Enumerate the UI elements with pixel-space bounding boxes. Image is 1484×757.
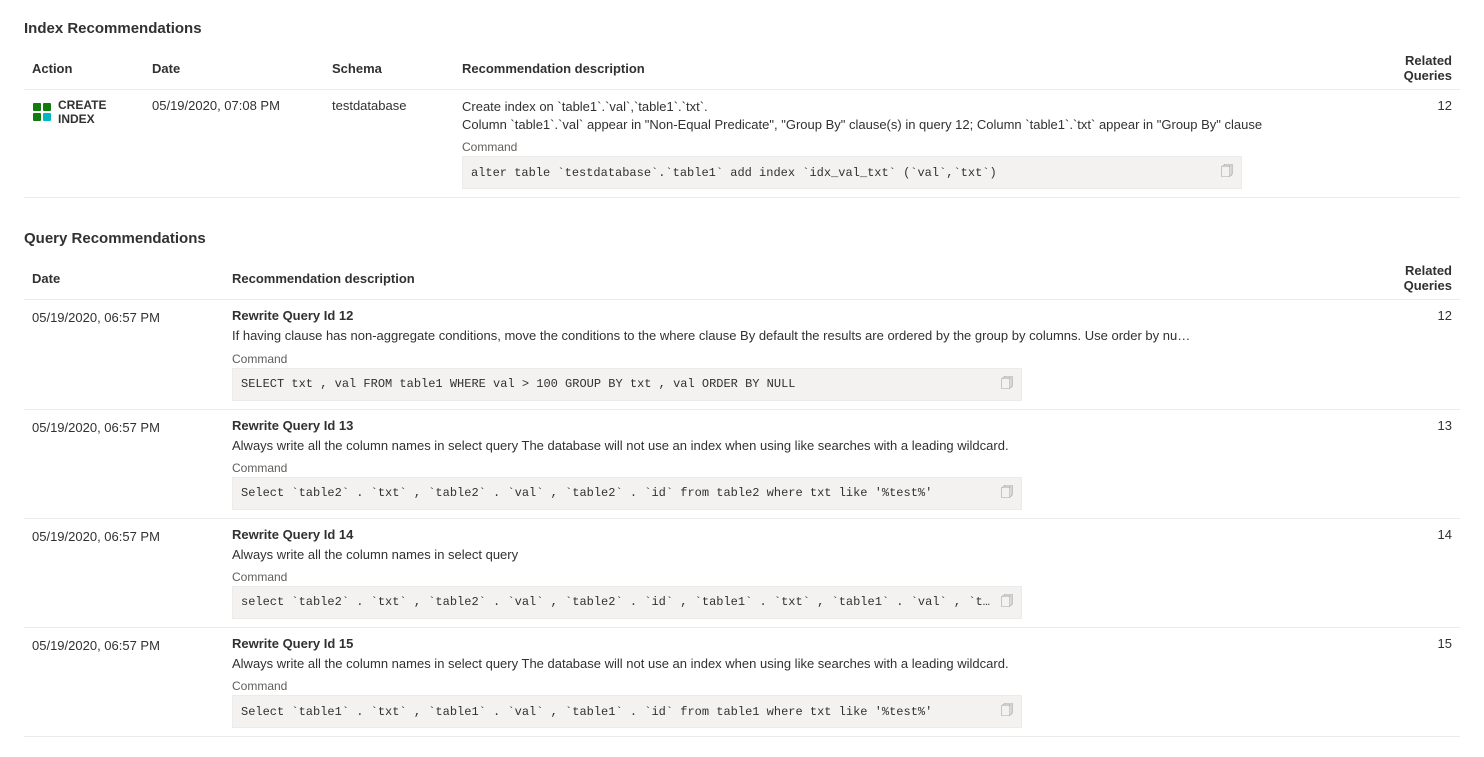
date-cell: 05/19/2020, 06:57 PM: [24, 300, 224, 409]
command-label: Command: [462, 140, 1342, 154]
command-label: Command: [232, 461, 1342, 475]
query-section-title: Query Recommendations: [24, 230, 1460, 247]
related-queries-cell: 12: [1350, 300, 1460, 409]
command-text: SELECT txt , val FROM table1 WHERE val >…: [241, 377, 993, 391]
table-row: CREATE INDEX 05/19/2020, 07:08 PMtestdat…: [24, 90, 1460, 198]
description-cell: Rewrite Query Id 13 Always write all the…: [224, 409, 1350, 518]
rec-desc: Always write all the column names in sel…: [232, 655, 1192, 673]
date-cell: 05/19/2020, 07:08 PM: [144, 90, 324, 198]
schema-cell: testdatabase: [324, 90, 454, 198]
date-cell: 05/19/2020, 06:57 PM: [24, 409, 224, 518]
rec-desc: Always write all the column names in sel…: [232, 437, 1192, 455]
rec-desc: Always write all the column names in sel…: [232, 546, 1192, 564]
index-recommendations-table: Action Date Schema Recommendation descri…: [24, 47, 1460, 198]
copy-icon[interactable]: 🗍: [1001, 374, 1013, 395]
related-queries-cell: 14: [1350, 518, 1460, 627]
date-cell: 05/19/2020, 06:57 PM: [24, 518, 224, 627]
copy-icon[interactable]: 🗍: [1001, 592, 1013, 613]
command-text: Select `table1` . `txt` , `table1` . `va…: [241, 705, 993, 719]
command-text: Select `table2` . `txt` , `table2` . `va…: [241, 486, 993, 500]
command-box: SELECT txt , val FROM table1 WHERE val >…: [232, 368, 1022, 401]
copy-icon[interactable]: 🗍: [1001, 483, 1013, 504]
col-header-related-q: Related Queries: [1350, 257, 1460, 300]
index-recommendations-section: Index Recommendations Action Date Schema…: [24, 20, 1460, 198]
col-header-desc: Recommendation description: [454, 47, 1350, 90]
copy-icon[interactable]: 🗍: [1221, 162, 1233, 183]
command-box: Select `table2` . `txt` , `table2` . `va…: [232, 477, 1022, 510]
table-row: 05/19/2020, 06:57 PM Rewrite Query Id 14…: [24, 518, 1460, 627]
col-header-date-q: Date: [24, 257, 224, 300]
command-box: Select `table1` . `txt` , `table1` . `va…: [232, 695, 1022, 728]
related-queries-cell: 12: [1350, 90, 1460, 198]
rec-desc: If having clause has non-aggregate condi…: [232, 327, 1192, 345]
command-label: Command: [232, 679, 1342, 693]
command-box: select `table2` . `txt` , `table2` . `va…: [232, 586, 1022, 619]
command-label: Command: [232, 570, 1342, 584]
description-cell: Rewrite Query Id 14 Always write all the…: [224, 518, 1350, 627]
command-label: Command: [232, 352, 1342, 366]
query-recommendations-section: Query Recommendations Date Recommendatio…: [24, 230, 1460, 737]
description-cell: Rewrite Query Id 15 Always write all the…: [224, 627, 1350, 736]
related-queries-cell: 15: [1350, 627, 1460, 736]
table-row: 05/19/2020, 06:57 PM Rewrite Query Id 13…: [24, 409, 1460, 518]
col-header-action: Action: [24, 47, 144, 90]
command-text: select `table2` . `txt` , `table2` . `va…: [241, 595, 993, 609]
description-cell: Create index on `table1`.`val`,`table1`.…: [454, 90, 1350, 198]
date-cell: 05/19/2020, 06:57 PM: [24, 627, 224, 736]
table-row: 05/19/2020, 06:57 PM Rewrite Query Id 15…: [24, 627, 1460, 736]
rec-title: Rewrite Query Id 15: [232, 636, 1342, 651]
query-recommendations-table: Date Recommendation description Related …: [24, 257, 1460, 737]
create-index-icon: [32, 102, 52, 122]
table-row: 05/19/2020, 06:57 PM Rewrite Query Id 12…: [24, 300, 1460, 409]
related-queries-cell: 13: [1350, 409, 1460, 518]
col-header-schema: Schema: [324, 47, 454, 90]
col-header-desc-q: Recommendation description: [224, 257, 1350, 300]
index-section-title: Index Recommendations: [24, 20, 1460, 37]
rec-title: Rewrite Query Id 13: [232, 418, 1342, 433]
rec-title: Rewrite Query Id 14: [232, 527, 1342, 542]
command-text: alter table `testdatabase`.`table1` add …: [471, 166, 1213, 180]
command-box: alter table `testdatabase`.`table1` add …: [462, 156, 1242, 189]
col-header-related: Related Queries: [1350, 47, 1460, 90]
description-cell: Rewrite Query Id 12 If having clause has…: [224, 300, 1350, 409]
rec-desc: Create index on `table1`.`val`,`table1`.…: [462, 98, 1342, 134]
col-header-date: Date: [144, 47, 324, 90]
action-cell: CREATE INDEX: [24, 90, 144, 198]
rec-title: Rewrite Query Id 12: [232, 308, 1342, 323]
action-label: CREATE INDEX: [58, 98, 136, 126]
